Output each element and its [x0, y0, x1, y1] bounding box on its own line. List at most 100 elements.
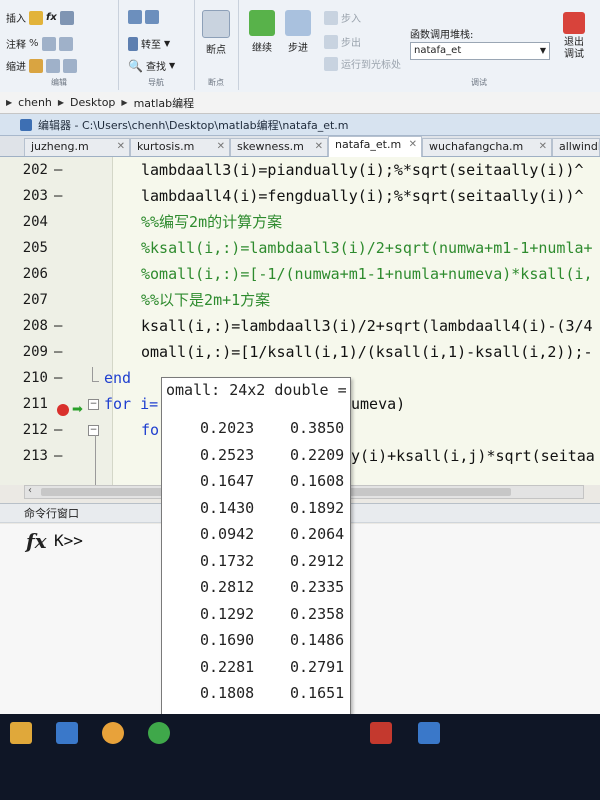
datatip-cell: 0.1651: [290, 684, 345, 702]
breakpoints-label: 断点: [206, 45, 226, 56]
quit-debug-button[interactable]: 退出 调试: [556, 12, 592, 61]
step-label: 步进: [288, 43, 308, 54]
tab-wuchafangcha[interactable]: wuchafangcha.m ✕: [422, 138, 552, 156]
comment-button[interactable]: 注释%: [6, 36, 73, 51]
close-icon[interactable]: ✕: [409, 137, 417, 153]
breakpoint-icon[interactable]: [57, 404, 69, 416]
step-button[interactable]: 步进: [278, 10, 318, 54]
scroll-left-icon[interactable]: ‹: [28, 485, 32, 496]
fold-toggle-icon[interactable]: −: [88, 399, 99, 410]
datatip-cell: 0.2523: [200, 445, 255, 464]
stop-icon: [563, 12, 585, 34]
code-line: 208 — ksall(i,:)=lambdaall3(i)/2+sqrt(la…: [0, 313, 600, 339]
breadcrumb-item[interactable]: matlab编程: [134, 95, 195, 111]
debug-group-title: 调试: [471, 78, 487, 87]
fx-icon[interactable]: fx: [26, 529, 47, 553]
app-icon[interactable]: [102, 722, 124, 744]
tab-juzheng[interactable]: juzheng.m ✕: [24, 138, 130, 156]
back-icon: [128, 10, 142, 24]
breakpoints-button[interactable]: 断点: [196, 10, 236, 56]
code-comment[interactable]: %omall(i,:)=[-1/(numwa+m1-1+numla+numeva…: [141, 261, 593, 287]
indent-button[interactable]: 缩进: [6, 58, 77, 73]
code-comment[interactable]: %ksall(i,:)=lambdaall3(i)/2+sqrt(numwa+m…: [141, 235, 593, 261]
fold-toggle-icon[interactable]: −: [88, 425, 99, 436]
code-line: 204 %%编写2m的计算方案: [0, 209, 600, 235]
code-keyword[interactable]: for i=: [104, 391, 158, 417]
tab-natafa-et[interactable]: natafa_et.m ✕: [328, 136, 422, 157]
datatip-row: 0.2281 0.2791: [162, 654, 350, 680]
code-text[interactable]: lambdaall4(i)=fengdually(i);%*sqrt(seita…: [141, 183, 584, 209]
executable-marker[interactable]: —: [54, 443, 62, 469]
chevron-down-icon: ▼: [539, 46, 546, 55]
step-in-label: 步入: [341, 14, 361, 25]
call-stack-value: natafa_et: [414, 45, 462, 56]
matlab-icon[interactable]: [370, 722, 392, 744]
continue-label: 继续: [252, 43, 272, 54]
run-to-cursor-button[interactable]: 运行到光标处: [324, 56, 401, 71]
datatip-cell: 0.2335: [290, 578, 345, 596]
datatip-cell: 0.2358: [290, 604, 345, 623]
executable-marker[interactable]: —: [54, 157, 62, 183]
step-in-button[interactable]: 步入: [324, 10, 361, 25]
edit-group: 插入 fx 注释% 缩进 编辑: [0, 0, 119, 90]
code-text[interactable]: lambdaall3(i)=piandually(i);%*sqrt(seita…: [141, 157, 584, 183]
tab-label: juzheng.m: [31, 140, 89, 153]
tab-label: wuchafangcha.m: [429, 140, 524, 153]
insert-button[interactable]: 插入 fx: [6, 10, 74, 25]
line-number: 204: [22, 214, 48, 230]
breadcrumb-item[interactable]: Desktop: [70, 96, 115, 109]
close-icon[interactable]: ✕: [539, 139, 547, 155]
find-label: 查找: [145, 62, 166, 73]
datatip-row: 0.1732 0.2912: [162, 548, 350, 574]
code-text[interactable]: ksall(i,:)=lambdaall3(i)/2+sqrt(lambdaal…: [141, 313, 593, 339]
store-icon[interactable]: [56, 722, 78, 744]
code-text[interactable]: y(i)+ksall(i,j)*sqrt(seitaa: [351, 443, 595, 469]
datatip-cell: 0.1608: [290, 472, 345, 490]
tab-label: kurtosis.m: [137, 140, 195, 153]
code-comment[interactable]: %%编写2m的计算方案: [141, 209, 282, 235]
indent-increase-icon: [46, 58, 60, 73]
code-comment[interactable]: %%以下是2m+1方案: [141, 287, 270, 313]
code-text[interactable]: omall(i,:)=[1/ksall(i,1)/(ksall(i,1)-ksa…: [141, 339, 593, 365]
executable-marker[interactable]: —: [54, 183, 62, 209]
executable-marker[interactable]: —: [54, 339, 62, 365]
datatip-cell: 0.1690: [200, 631, 255, 649]
call-stack-select[interactable]: natafa_et ▼: [410, 42, 550, 60]
executable-marker[interactable]: —: [54, 365, 62, 391]
close-icon[interactable]: ✕: [217, 139, 225, 155]
file-explorer-icon[interactable]: [10, 722, 32, 744]
executable-marker[interactable]: —: [54, 417, 62, 443]
datatip-cell: 0.2281: [200, 657, 255, 676]
close-icon[interactable]: ✕: [117, 139, 125, 155]
executable-marker[interactable]: —: [54, 313, 62, 339]
chat-app-icon[interactable]: [148, 722, 170, 744]
insert-icon: [29, 10, 43, 25]
tab-allwindl[interactable]: allwindl: [552, 138, 600, 156]
tab-label: allwindl: [559, 140, 600, 153]
line-number: 205: [22, 240, 48, 256]
back-forward-buttons[interactable]: [128, 10, 159, 24]
find-button[interactable]: 🔍 查找 ▼: [128, 58, 175, 74]
command-prompt[interactable]: K>>: [54, 531, 83, 550]
continue-button[interactable]: 继续: [242, 10, 282, 54]
taskbar: [0, 714, 600, 800]
close-icon[interactable]: ✕: [315, 139, 323, 155]
line-number: 209: [22, 344, 48, 360]
tab-skewness[interactable]: skewness.m ✕: [230, 138, 328, 156]
fx-icon: fx: [46, 12, 57, 23]
tab-kurtosis[interactable]: kurtosis.m ✕: [130, 138, 230, 156]
app-icon[interactable]: [418, 722, 440, 744]
code-text[interactable]: umeva): [351, 391, 405, 417]
datatip-row: 0.1647 0.1608: [162, 468, 350, 494]
code-keyword[interactable]: fo: [141, 417, 159, 443]
code-keyword[interactable]: end: [104, 365, 131, 391]
datatip-cell: 0.2023: [200, 419, 255, 437]
step-out-button[interactable]: 步出: [324, 34, 361, 49]
breadcrumb-item[interactable]: chenh: [18, 96, 52, 109]
datatip-cell: 0.1292: [200, 604, 255, 623]
comment-label: 注释: [6, 40, 26, 51]
line-number: 207: [22, 292, 48, 308]
datatip-row: 0.2812 0.2335: [162, 574, 350, 600]
chevron-right-icon: ▶: [6, 98, 13, 107]
goto-button[interactable]: 转至 ▼: [128, 36, 170, 51]
